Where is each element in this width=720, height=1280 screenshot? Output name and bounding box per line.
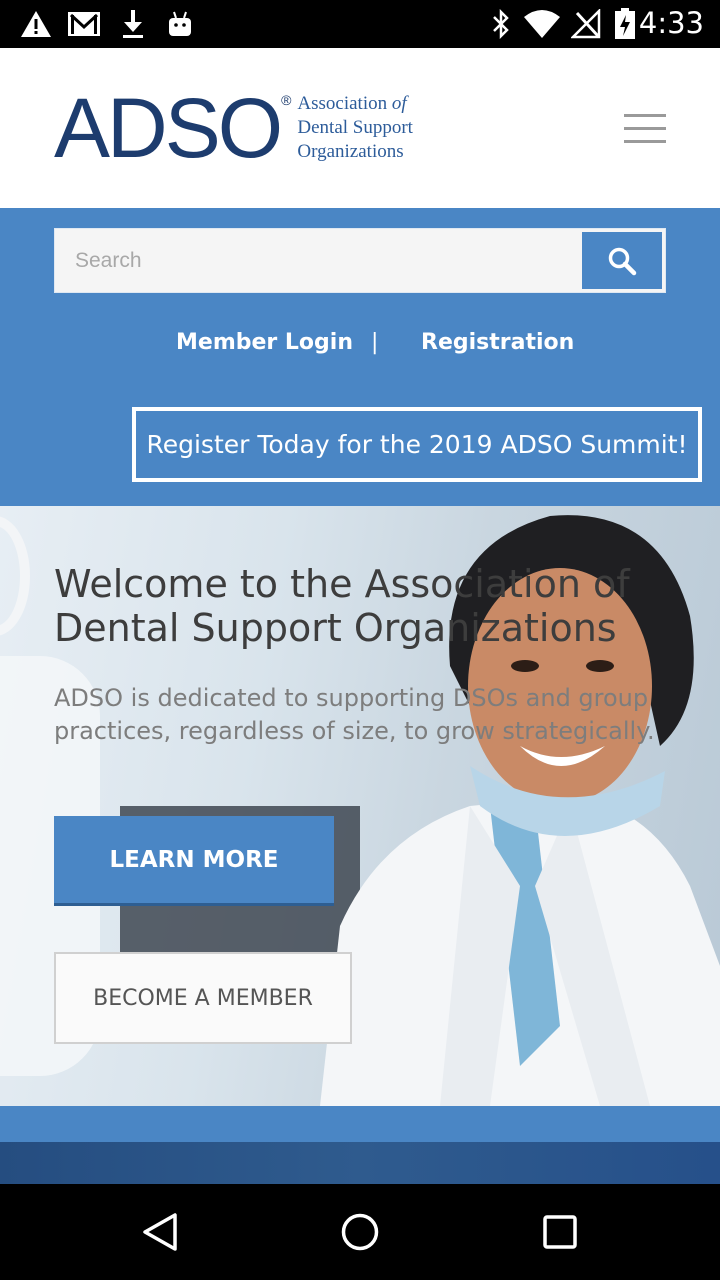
adso-logo[interactable]: ADSO ® Association of Dental Support Org… bbox=[54, 81, 413, 175]
hero-subtitle: ADSO is dedicated to supporting DSOs and… bbox=[54, 684, 655, 745]
android-icon bbox=[164, 8, 196, 40]
back-triangle-icon[interactable] bbox=[136, 1208, 184, 1256]
gmail-icon bbox=[66, 8, 102, 40]
become-member-button[interactable]: BECOME A MEMBER bbox=[54, 952, 352, 1044]
learn-more-button[interactable]: LEARN MORE bbox=[54, 816, 334, 906]
registration-link[interactable]: Registration bbox=[421, 330, 574, 355]
status-bar: 4:33 bbox=[0, 0, 720, 48]
site-header: ADSO ® Association of Dental Support Org… bbox=[0, 48, 720, 208]
summit-register-button[interactable]: Register Today for the 2019 ADSO Summit! bbox=[132, 407, 702, 482]
no-signal-icon bbox=[570, 8, 602, 40]
download-icon bbox=[118, 8, 148, 40]
wifi-icon bbox=[522, 8, 562, 40]
system-navigation-bar bbox=[0, 1184, 720, 1280]
home-circle-icon[interactable] bbox=[336, 1208, 384, 1256]
logo-line3: Organizations bbox=[297, 141, 404, 162]
search-icon bbox=[608, 247, 637, 275]
warning-icon bbox=[18, 8, 54, 40]
dental-lamp-graphic bbox=[0, 516, 30, 636]
member-login-link[interactable]: Member Login bbox=[176, 330, 353, 355]
blue-divider bbox=[0, 1106, 720, 1142]
battery-charging-icon bbox=[612, 8, 638, 40]
search-button[interactable] bbox=[582, 232, 662, 289]
hero-title: Welcome to the Association of Dental Sup… bbox=[54, 562, 630, 650]
bluetooth-icon bbox=[488, 8, 514, 40]
top-action-band: Member Login | Registration Register Tod… bbox=[0, 208, 720, 506]
logo-registered-mark: ® bbox=[281, 92, 292, 108]
dark-footer-strip bbox=[0, 1142, 720, 1184]
search-bar bbox=[54, 228, 666, 293]
hamburger-menu-icon[interactable] bbox=[624, 114, 666, 144]
logo-line1-of: of bbox=[391, 93, 407, 114]
status-time: 4:33 bbox=[638, 6, 704, 40]
link-separator: | bbox=[371, 330, 379, 355]
logo-tagline: Association of Dental Support Organizati… bbox=[297, 92, 413, 164]
hero-section: Welcome to the Association of Dental Sup… bbox=[0, 506, 720, 1106]
recents-square-icon[interactable] bbox=[536, 1208, 584, 1256]
summit-label: Register Today for the 2019 ADSO Summit! bbox=[146, 430, 688, 459]
logo-line1: Association bbox=[297, 93, 388, 114]
search-input[interactable] bbox=[55, 229, 581, 292]
account-links: Member Login | Registration bbox=[0, 330, 720, 360]
logo-wordmark: ADSO bbox=[54, 81, 283, 175]
logo-line2: Dental Support bbox=[297, 117, 413, 138]
